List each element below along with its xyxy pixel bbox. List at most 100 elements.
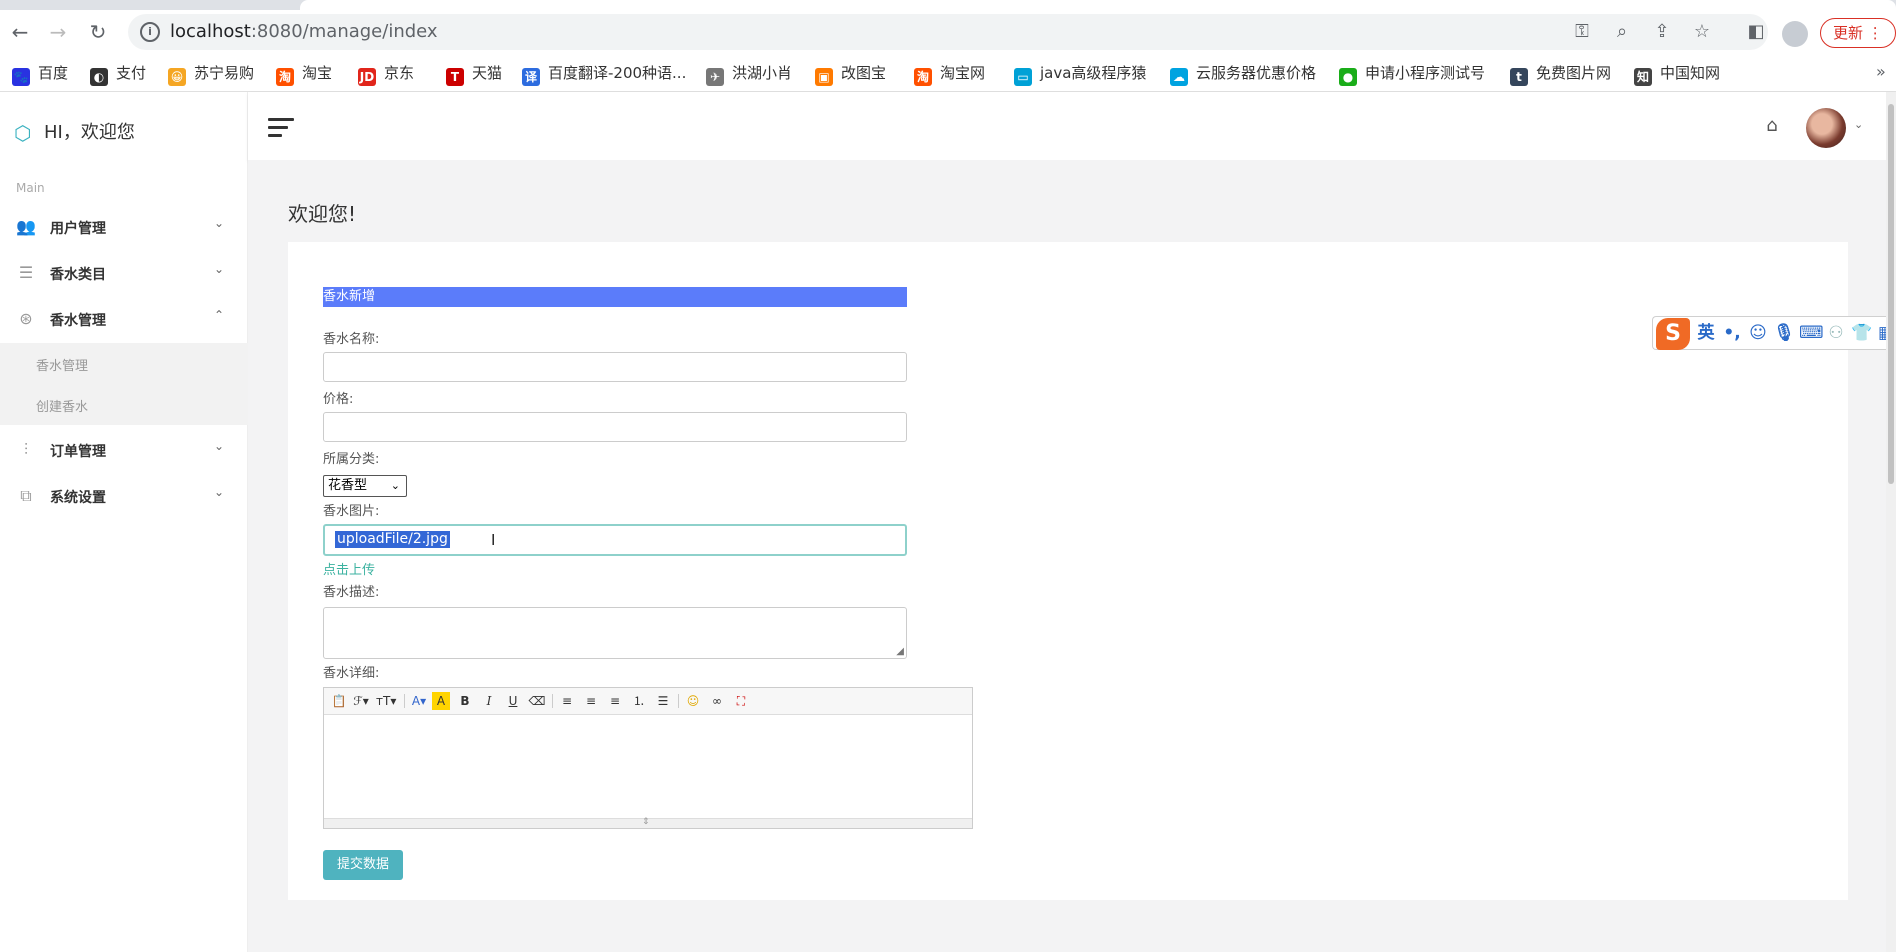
keyboard-icon[interactable]: ⌨ bbox=[1799, 322, 1824, 344]
punctuation-icon[interactable]: •, bbox=[1721, 322, 1743, 344]
bookmark-item[interactable]: T 天猫 bbox=[446, 63, 502, 86]
bookmark-label: 中国知网 bbox=[1660, 64, 1721, 82]
bookmark-favicon-icon: ● bbox=[1339, 68, 1357, 86]
bookmarks-overflow-icon[interactable]: » bbox=[1876, 62, 1886, 81]
microphone-icon[interactable]: 🎙 bbox=[1773, 322, 1795, 344]
ordered-list-icon[interactable]: ⒈ bbox=[630, 692, 648, 710]
chevron-down-icon[interactable]: ⌄ bbox=[1854, 118, 1863, 131]
side-panel-icon[interactable]: ◧ bbox=[1742, 18, 1770, 46]
sidebar-item-orders[interactable]: ⫶ 订单管理 ⌄ bbox=[0, 427, 248, 473]
bookmark-item[interactable]: 知中国知网 bbox=[1634, 63, 1721, 86]
bookmark-item[interactable]: 🐾 百度 bbox=[12, 63, 68, 86]
bookmark-item[interactable]: ● 申请小程序测试号 bbox=[1339, 63, 1485, 86]
bookmark-item[interactable]: ◐ 支付 bbox=[90, 63, 146, 86]
skin-icon[interactable]: 👕 bbox=[1851, 322, 1873, 344]
font-color-icon[interactable]: A▾ bbox=[410, 692, 428, 710]
bookmark-item[interactable]: 译百度翻译-200种语... bbox=[522, 63, 687, 86]
emoticon-icon[interactable]: ☺ bbox=[684, 692, 702, 710]
bookmark-item[interactable]: ☁ 云服务器优惠价格 bbox=[1170, 63, 1316, 86]
text-cursor-icon: I bbox=[491, 531, 496, 549]
align-left-icon[interactable]: ≡ bbox=[558, 692, 576, 710]
sidebar-item-system-settings[interactable]: ⧉ 系统设置 ⌄ bbox=[0, 473, 248, 519]
align-right-icon[interactable]: ≡ bbox=[606, 692, 624, 710]
clear-format-icon[interactable]: ⌫ bbox=[528, 692, 546, 710]
link-icon[interactable]: ∞ bbox=[708, 692, 726, 710]
section-label: Main bbox=[16, 181, 45, 195]
font-family-icon[interactable]: ℱ▾ bbox=[352, 692, 370, 710]
bookmark-item[interactable]: ✈ 洪湖小肖 bbox=[706, 63, 792, 86]
rich-text-editor[interactable]: 📋 ℱ▾ тT▾ A▾ A B I U ⌫ ≡ ≡ ≡ ⒈ ☰ ☺ ∞ ⛶ ⇕ bbox=[323, 687, 973, 829]
image-path-field[interactable]: uploadFile/2.jpg I bbox=[323, 524, 907, 556]
sogou-logo-icon[interactable]: S bbox=[1656, 318, 1690, 350]
menu-toggle-icon[interactable] bbox=[268, 118, 294, 137]
resize-grip-icon[interactable]: ◢ bbox=[896, 646, 904, 657]
update-button[interactable]: 更新 ⋮ bbox=[1820, 18, 1896, 48]
category-select[interactable]: 花香型 ⌄ bbox=[323, 475, 407, 497]
forward-icon[interactable]: → bbox=[44, 18, 72, 46]
detail-label: 香水详细: bbox=[323, 666, 380, 681]
back-icon[interactable]: ← bbox=[6, 18, 34, 46]
bookmark-item[interactable]: JD 京东 bbox=[358, 63, 414, 86]
fullscreen-icon[interactable]: ⛶ bbox=[732, 692, 750, 710]
app-sidebar: ⬡ HI，欢迎您 Main 👥 用户管理 ⌄ ☰ 香水类目 ⌄ ⊛ 香水管理 ⌃ … bbox=[0, 92, 248, 952]
font-size-icon[interactable]: тT▾ bbox=[376, 692, 396, 710]
bookmarks-bar: 🐾 百度 ◐ 支付 😀 苏宁易购淘淘宝 JD 京东 T 天猫译百度翻译-200种语... ✈ 洪湖小肖… bbox=[0, 54, 1896, 92]
bookmark-item[interactable]: ▣ 改图宝 bbox=[815, 63, 886, 86]
bookmark-item[interactable]: ▭ java高级程序猿 bbox=[1014, 63, 1146, 86]
share-icon[interactable]: ⇪ bbox=[1650, 20, 1674, 44]
avatar[interactable] bbox=[1806, 108, 1846, 148]
bookmark-label: 淘宝网 bbox=[940, 64, 986, 82]
home-icon[interactable]: ⌂ bbox=[1762, 116, 1782, 136]
reload-icon[interactable]: ↻ bbox=[84, 18, 112, 46]
category-label: 所属分类: bbox=[323, 452, 380, 467]
site-info-icon[interactable]: i bbox=[140, 22, 160, 42]
upload-link[interactable]: 点击上传 bbox=[323, 559, 375, 578]
address-bar[interactable]: i localhost:8080/manage/index ⚿ ⌕ ⇪ ☆ bbox=[128, 14, 1768, 50]
paste-icon[interactable]: 📋 bbox=[330, 692, 348, 710]
bookmark-favicon-icon: 知 bbox=[1634, 68, 1652, 86]
zoom-icon[interactable]: ⌕ bbox=[1610, 20, 1634, 44]
profile-avatar[interactable] bbox=[1782, 21, 1808, 47]
emoji-icon[interactable]: ☺ bbox=[1747, 322, 1769, 344]
bookmark-label: 苏宁易购 bbox=[194, 64, 255, 82]
scrollbar-thumb[interactable] bbox=[1888, 104, 1894, 484]
bookmark-item[interactable]: t 免费图片网 bbox=[1510, 63, 1611, 86]
submit-button[interactable]: 提交数据 bbox=[323, 850, 403, 880]
name-field[interactable] bbox=[323, 352, 907, 382]
underline-icon[interactable]: U bbox=[504, 692, 522, 710]
form-header: 香水新增 bbox=[323, 287, 907, 307]
sidebar-item-label: 系统设置 bbox=[50, 490, 106, 506]
user-icon[interactable]: ⚇ bbox=[1825, 322, 1847, 344]
submenu-item-perfume-management[interactable]: 香水管理 bbox=[36, 355, 88, 374]
key-icon[interactable]: ⚿ bbox=[1570, 20, 1594, 44]
active-tab[interactable] bbox=[300, 0, 1896, 10]
italic-icon[interactable]: I bbox=[480, 692, 498, 710]
bookmark-favicon-icon: 🐾 bbox=[12, 68, 30, 86]
description-field[interactable]: ◢ bbox=[323, 607, 907, 659]
bookmark-star-icon[interactable]: ☆ bbox=[1690, 20, 1714, 44]
highlight-icon[interactable]: A bbox=[432, 692, 450, 710]
bold-icon[interactable]: B bbox=[456, 692, 474, 710]
users-icon: 👥 bbox=[16, 217, 36, 236]
editor-resize-bar[interactable]: ⇕ bbox=[324, 817, 972, 828]
sidebar-item-perfume-management[interactable]: ⊛ 香水管理 ⌃ bbox=[0, 296, 248, 342]
sidebar-item-users[interactable]: 👥 用户管理 ⌄ bbox=[0, 204, 248, 250]
chevron-down-icon: ⌄ bbox=[214, 485, 225, 499]
bookmark-item[interactable]: 淘淘宝网 bbox=[914, 63, 986, 86]
main-content: 欢迎您! 香水新增 香水名称: 价格: 所属分类: 花香型 ⌄ 香水图片: upl… bbox=[248, 160, 1896, 952]
sidebar-item-label: 订单管理 bbox=[50, 444, 106, 460]
url-text[interactable]: localhost:8080/manage/index bbox=[170, 21, 438, 42]
bookmark-item[interactable]: 😀 苏宁易购 bbox=[168, 63, 255, 86]
ime-mode-toggle[interactable]: 英 bbox=[1695, 322, 1717, 344]
aperture-icon: ⊛ bbox=[19, 309, 33, 328]
bookmark-label: 百度翻译-200种语... bbox=[548, 64, 687, 82]
align-center-icon[interactable]: ≡ bbox=[582, 692, 600, 710]
submenu-item-create-perfume[interactable]: 创建香水 bbox=[36, 396, 88, 415]
bookmark-item[interactable]: 淘淘宝 bbox=[276, 63, 332, 86]
price-field[interactable] bbox=[323, 412, 907, 442]
unordered-list-icon[interactable]: ☰ bbox=[654, 692, 672, 710]
list-icon: ☰ bbox=[18, 263, 34, 282]
page-scrollbar[interactable] bbox=[1886, 92, 1896, 952]
sidebar-item-perfume-category[interactable]: ☰ 香水类目 ⌄ bbox=[0, 250, 248, 296]
resize-handle-icon[interactable]: ⇕ bbox=[642, 817, 650, 827]
